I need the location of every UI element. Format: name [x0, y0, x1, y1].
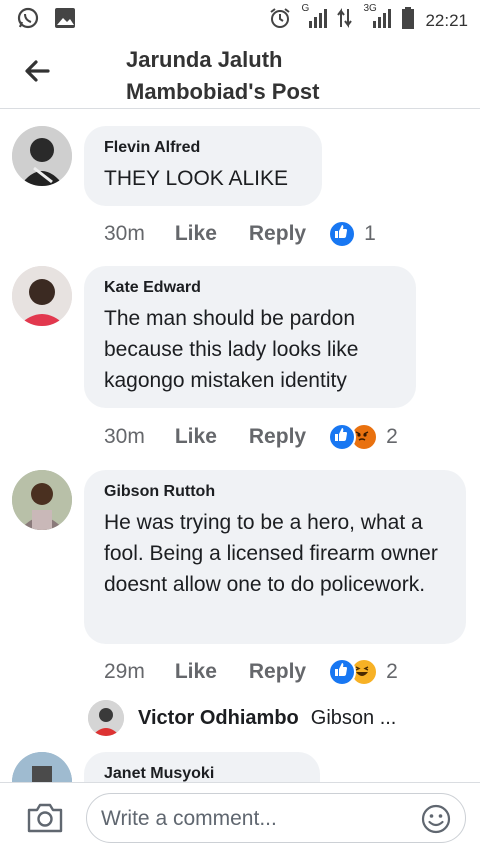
avatar[interactable]	[12, 470, 72, 530]
avatar[interactable]	[12, 126, 72, 186]
reply-preview[interactable]: Victor Odhiambo Gibson ...	[88, 700, 396, 736]
like-reaction-icon	[328, 658, 357, 686]
signal-icon: G	[301, 3, 328, 34]
reply-button[interactable]: Reply	[249, 425, 306, 449]
reactions[interactable]	[328, 658, 379, 686]
like-button[interactable]: Like	[175, 425, 217, 449]
reply-author[interactable]: Victor Odhiambo	[138, 707, 299, 730]
battery-icon	[401, 6, 415, 35]
comment-input[interactable]	[99, 806, 403, 832]
emoji-icon[interactable]	[421, 804, 451, 839]
avatar[interactable]	[12, 266, 72, 326]
avatar	[88, 700, 124, 736]
status-time: 22:21	[425, 10, 468, 30]
comment-author[interactable]: Kate Edward	[104, 279, 396, 297]
signal-icon: 3G	[363, 3, 392, 34]
comment-author[interactable]: Janet Musyoki	[104, 765, 300, 783]
post-header: Jarunda Jaluth Mambobiad's Post	[0, 36, 480, 109]
like-button[interactable]: Like	[175, 222, 217, 246]
reaction-count[interactable]: 1	[364, 222, 376, 246]
comment-text: He was trying to be a hero, what a fool.…	[104, 511, 438, 596]
like-button[interactable]: Like	[175, 660, 217, 684]
comment-actions: 30m Like Reply 2	[104, 423, 398, 451]
whatsapp-icon	[16, 6, 40, 35]
comment-time[interactable]: 30m	[104, 222, 145, 246]
status-bar: G 3G 22:21	[0, 0, 480, 36]
reaction-count[interactable]: 2	[386, 660, 398, 684]
page-title-line2: Mambobiad's Post	[126, 79, 320, 104]
reply-button[interactable]: Reply	[249, 222, 306, 246]
like-reaction-icon	[328, 423, 357, 451]
comment-bubble[interactable]: Kate Edward The man should be pardon bec…	[84, 266, 416, 408]
reply-snippet[interactable]: Gibson ...	[311, 707, 397, 730]
like-reaction-icon	[328, 220, 357, 248]
alarm-icon	[269, 7, 291, 34]
comment-bubble[interactable]: Flevin Alfred THEY LOOK ALIKE	[84, 126, 322, 206]
comment-time[interactable]: 30m	[104, 425, 145, 449]
gallery-icon	[54, 7, 76, 34]
comment-input-box[interactable]	[86, 793, 466, 843]
page-title-line1: Jarunda Jaluth	[126, 47, 283, 72]
reply-button[interactable]: Reply	[249, 660, 306, 684]
comment-composer	[0, 782, 480, 855]
reactions[interactable]	[328, 423, 379, 451]
comment-time[interactable]: 29m	[104, 660, 145, 684]
reaction-count[interactable]: 2	[386, 425, 398, 449]
data-arrows-icon	[337, 7, 353, 34]
comment-text: THEY LOOK ALIKE	[104, 167, 289, 190]
camera-icon[interactable]	[26, 801, 64, 840]
back-arrow-icon[interactable]	[22, 56, 52, 86]
reactions[interactable]	[328, 220, 357, 248]
comment-actions: 29m Like Reply 2	[104, 658, 398, 686]
comment-author[interactable]: Flevin Alfred	[104, 139, 302, 157]
comment-bubble[interactable]: Gibson Ruttoh He was trying to be a hero…	[84, 470, 466, 644]
comment-actions: 30m Like Reply 1	[104, 220, 376, 248]
page-title: Jarunda Jaluth Mambobiad's Post	[126, 44, 319, 108]
comment-author[interactable]: Gibson Ruttoh	[104, 483, 446, 501]
comment-text: The man should be pardon because this la…	[104, 307, 359, 392]
